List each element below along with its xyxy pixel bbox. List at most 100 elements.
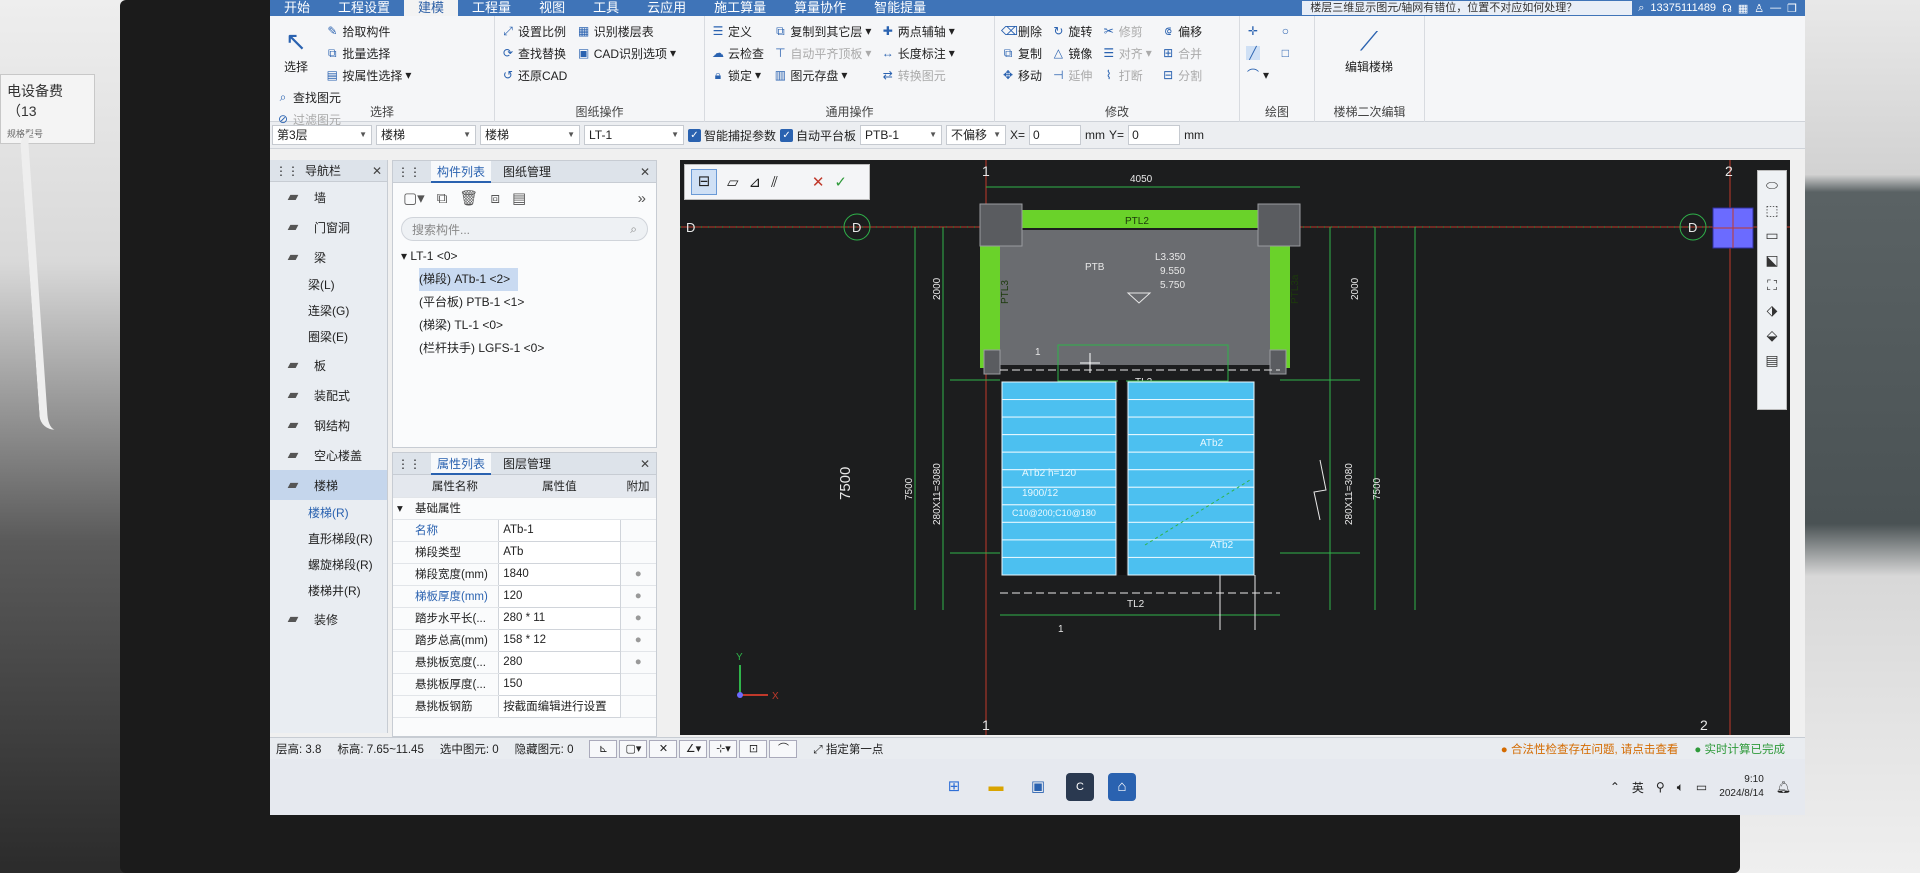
- delete-button[interactable]: ⌫ 删除: [1001, 20, 1042, 42]
- point-draw-button[interactable]: ✛: [1246, 20, 1269, 42]
- column-mid-left[interactable]: [983, 349, 1001, 375]
- gtj-app-icon[interactable]: ⌂: [1108, 773, 1136, 801]
- step-icon[interactable]: ⫽: [771, 174, 778, 191]
- tree-root[interactable]: ▾ LT-1 <0>: [401, 245, 656, 268]
- arc-snap-icon[interactable]: ⌒: [769, 739, 798, 758]
- stair-tread[interactable]: [1001, 416, 1117, 436]
- search-icon[interactable]: ⌕: [1638, 2, 1644, 15]
- menu-item[interactable]: 视图: [525, 0, 579, 16]
- circle-draw-button[interactable]: ○: [1278, 20, 1292, 42]
- stair-tread[interactable]: [1127, 521, 1255, 541]
- nav-item[interactable]: ▰ 钢结构: [270, 410, 387, 440]
- stair-tread[interactable]: [1001, 539, 1117, 558]
- shirt-icon[interactable]: ♙: [1754, 2, 1764, 15]
- define-button[interactable]: ☰ 定义: [711, 20, 764, 42]
- column-top-left[interactable]: [979, 203, 1023, 247]
- property-value[interactable]: 1840: [498, 562, 621, 586]
- nav-item[interactable]: ▰ 梁: [270, 242, 387, 272]
- landing-icon[interactable]: ▱: [727, 173, 739, 191]
- break-button[interactable]: ⌇ 打断: [1102, 64, 1152, 86]
- property-row[interactable]: 踏步水平长(... 280 * 11 ●: [393, 606, 656, 630]
- tab-layer-management[interactable]: 图层管理: [497, 453, 557, 475]
- tree-row[interactable]: (梯段) ATb-1 <2>: [401, 268, 656, 291]
- x-input[interactable]: 0: [1029, 125, 1082, 145]
- confirm-icon[interactable]: ✓: [834, 173, 847, 191]
- select-by-attr-button[interactable]: ▤ 按属性选择 ▾: [325, 64, 412, 86]
- find-replace-button[interactable]: ⟳ 查找替换: [501, 42, 567, 64]
- stair-flight-icon[interactable]: ⊟: [691, 169, 717, 195]
- copy-button[interactable]: ⧉ 复制: [1001, 42, 1042, 64]
- zoom-extents-icon[interactable]: ⛶: [1767, 277, 1777, 294]
- line-draw-button[interactable]: ╱: [1246, 42, 1269, 64]
- property-row[interactable]: 悬挑板钢筋 按截面编辑进行设置: [393, 694, 656, 718]
- file-explorer-icon[interactable]: ▬: [982, 773, 1010, 801]
- extra-dot-icon[interactable]: ●: [620, 607, 656, 630]
- menu-item[interactable]: 云应用: [633, 0, 700, 16]
- property-value[interactable]: 280 * 11: [498, 606, 621, 630]
- category-select[interactable]: 楼梯 ▼: [376, 125, 476, 145]
- menu-item[interactable]: 施工算量: [700, 0, 780, 16]
- property-row[interactable]: 悬挑板厚度(... 150: [393, 672, 656, 696]
- view-top-icon[interactable]: ▭: [1765, 227, 1778, 244]
- close-icon[interactable]: ✕: [640, 165, 656, 179]
- extra-dot-icon[interactable]: ●: [620, 629, 656, 652]
- merge-button[interactable]: ⊞ 合并: [1161, 42, 1202, 64]
- tray-up-icon[interactable]: ⌃: [1610, 780, 1620, 794]
- tree-row[interactable]: (栏杆扶手) LGFS-1 <0>: [401, 337, 656, 360]
- trim-button[interactable]: ✂ 修剪: [1102, 20, 1152, 42]
- y-input[interactable]: 0: [1128, 125, 1181, 145]
- edit-stair-button[interactable]: ⟋ 编辑楼梯: [1329, 20, 1409, 75]
- rail-icon[interactable]: ⊿: [749, 173, 762, 191]
- nav-subitem[interactable]: 楼梯井(R): [270, 578, 387, 604]
- stair-tread[interactable]: [1127, 539, 1255, 558]
- restore-icon[interactable]: ❐: [1787, 2, 1797, 15]
- volume-icon[interactable]: 🔈︎: [1677, 780, 1684, 795]
- property-value[interactable]: 158 * 12: [498, 628, 621, 652]
- view-settings-icon[interactable]: ⬙: [1767, 327, 1778, 344]
- nav-subitem[interactable]: 圈梁(E): [270, 324, 387, 350]
- calendar-icon[interactable]: ▦: [1738, 2, 1748, 15]
- property-row[interactable]: 梯板厚度(mm) 120 ●: [393, 584, 656, 608]
- ptb-select[interactable]: PTB-1 ▼: [860, 125, 943, 145]
- cancel-icon[interactable]: ✕: [812, 173, 825, 191]
- intersect-icon[interactable]: ✕: [649, 739, 678, 758]
- select-button[interactable]: ↖ 选择: [276, 20, 316, 75]
- nav-subitem[interactable]: 楼梯(R): [270, 500, 387, 526]
- extra-dot-icon[interactable]: [620, 673, 656, 696]
- stair-tread[interactable]: [1127, 469, 1255, 488]
- property-row[interactable]: 梯段类型 ATb: [393, 540, 656, 564]
- tab-drawing-management[interactable]: 图纸管理: [497, 161, 557, 183]
- cad-drawing[interactable]: D D D 1 2 1 2 4050 PTL2 PTL3 PTL3a PTB L…: [680, 160, 1790, 735]
- ortho-icon[interactable]: ⊾: [589, 739, 618, 758]
- property-row[interactable]: 悬挑板宽度(... 280 ●: [393, 650, 656, 674]
- split-button[interactable]: ⊟ 分割: [1161, 64, 1202, 86]
- angle-icon[interactable]: ∠▾: [679, 739, 708, 758]
- stair-tread[interactable]: [1001, 486, 1117, 506]
- nav-item[interactable]: ▰ 门窗洞: [270, 212, 387, 242]
- type-select[interactable]: 楼梯 ▼: [480, 125, 580, 145]
- tab-property-list[interactable]: 属性列表: [431, 453, 492, 475]
- stair-tread[interactable]: [1127, 416, 1255, 436]
- lock-button[interactable]: 🔒︎ 锁定 ▾: [711, 64, 764, 86]
- property-row[interactable]: 名称 ATb-1: [393, 518, 656, 542]
- notification-icon[interactable]: 🔔︎: [1776, 780, 1791, 794]
- extra-dot-icon[interactable]: ●: [620, 651, 656, 674]
- extra-dot-icon[interactable]: ●: [620, 585, 656, 608]
- app-icon-1[interactable]: ▣: [1024, 773, 1052, 801]
- menu-item[interactable]: 工程量: [458, 0, 525, 16]
- stair-tread[interactable]: [1127, 556, 1255, 576]
- menu-item[interactable]: 建模: [404, 0, 459, 16]
- extra-dot-icon[interactable]: [620, 519, 656, 542]
- extra-dot-icon[interactable]: [620, 695, 656, 718]
- stair-tread[interactable]: [1127, 381, 1255, 401]
- stair-tread[interactable]: [1001, 399, 1117, 418]
- offset-button[interactable]: ⟃ 偏移: [1161, 20, 1203, 42]
- restore-cad-button[interactable]: ↺ 还原CAD: [501, 64, 567, 86]
- save-element-button[interactable]: ▥ 图元存盘 ▾: [773, 64, 871, 86]
- property-row[interactable]: 梯段宽度(mm) 1840 ●: [393, 562, 656, 586]
- beam-ptl3-right[interactable]: [1270, 228, 1290, 368]
- length-dim-button[interactable]: ↔ 长度标注 ▾: [881, 42, 955, 64]
- view-iso-icon[interactable]: ⬕: [1765, 252, 1778, 269]
- dyn-input-icon[interactable]: ⊡: [739, 739, 768, 758]
- menu-item[interactable]: 开始: [270, 0, 324, 16]
